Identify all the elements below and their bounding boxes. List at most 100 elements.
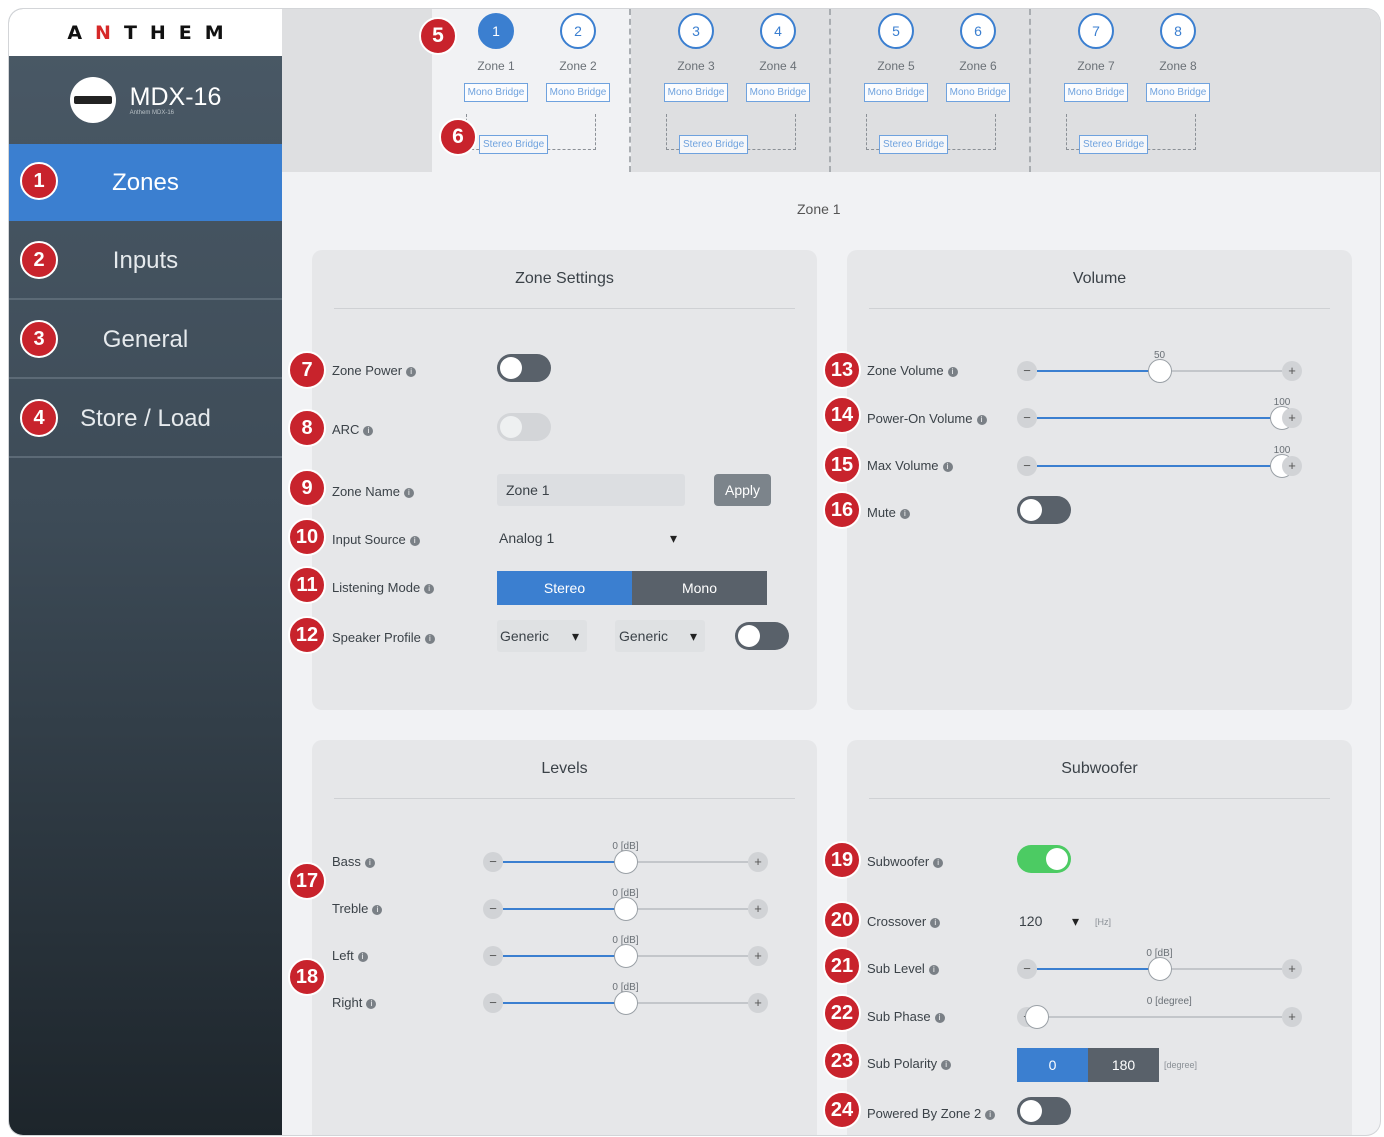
- info-icon[interactable]: i: [930, 918, 941, 928]
- increase-button[interactable]: +: [1282, 1007, 1302, 1027]
- subwoofer-toggle[interactable]: [1017, 845, 1071, 873]
- slider-thumb[interactable]: [1147, 957, 1172, 981]
- info-icon[interactable]: i: [899, 509, 910, 519]
- increase-button[interactable]: +: [748, 993, 768, 1013]
- zone-4-button[interactable]: 4: [760, 13, 796, 49]
- mono-bridge-button[interactable]: Mono Bridge: [1063, 83, 1129, 102]
- slider-thumb[interactable]: [1025, 1005, 1049, 1029]
- slider-thumb[interactable]: [613, 991, 638, 1015]
- zone-1-button[interactable]: 1: [478, 13, 514, 49]
- zone-name-input[interactable]: Zone 1: [497, 474, 685, 506]
- increase-button[interactable]: +: [748, 946, 768, 966]
- zone-power-toggle[interactable]: [497, 354, 551, 382]
- info-icon[interactable]: i: [403, 488, 414, 498]
- mono-bridge-button[interactable]: Mono Bridge: [1145, 83, 1211, 102]
- speaker-profile-right-select[interactable]: Generic: [615, 620, 705, 652]
- zone-6-button[interactable]: 6: [960, 13, 996, 49]
- right-slider[interactable]: −0 [dB] +: [483, 982, 768, 1017]
- slider-track[interactable]: 0 [degree]: [1025, 996, 1282, 1029]
- slider-track[interactable]: 0 [dB]: [1037, 948, 1282, 981]
- increase-button[interactable]: +: [748, 899, 768, 919]
- decrease-button[interactable]: −: [483, 899, 503, 919]
- slider-thumb[interactable]: [613, 850, 638, 874]
- mute-toggle[interactable]: [1017, 496, 1071, 524]
- mono-bridge-button[interactable]: Mono Bridge: [745, 83, 811, 102]
- slider-track[interactable]: 0 [dB]: [503, 841, 748, 874]
- stereo-option[interactable]: Stereo: [497, 571, 632, 605]
- increase-button[interactable]: +: [1282, 959, 1302, 979]
- slider-thumb[interactable]: [1147, 359, 1172, 383]
- zone-volume-slider[interactable]: −50 +: [1017, 350, 1302, 385]
- slider-track[interactable]: 50: [1037, 350, 1282, 383]
- decrease-button[interactable]: −: [483, 852, 503, 872]
- stereo-bridge-button[interactable]: Stereo Bridge: [479, 135, 549, 154]
- decrease-button[interactable]: −: [1017, 408, 1037, 428]
- speaker-profile-toggle[interactable]: [735, 622, 789, 650]
- decrease-button[interactable]: −: [483, 993, 503, 1013]
- decrease-button[interactable]: −: [483, 946, 503, 966]
- stereo-bridge-button[interactable]: Stereo Bridge: [879, 135, 949, 154]
- powered-by-zone2-toggle[interactable]: [1017, 1097, 1071, 1125]
- info-icon[interactable]: i: [363, 426, 374, 436]
- info-icon[interactable]: i: [928, 965, 939, 975]
- info-icon[interactable]: i: [364, 858, 375, 868]
- power-on-volume-slider[interactable]: −100 +: [1017, 397, 1302, 432]
- stereo-bridge-button[interactable]: Stereo Bridge: [1079, 135, 1149, 154]
- polarity-0-option[interactable]: 0: [1017, 1048, 1088, 1082]
- slider-track[interactable]: 100: [1037, 397, 1294, 430]
- slider-track[interactable]: 0 [dB]: [503, 888, 748, 921]
- mono-bridge-button[interactable]: Mono Bridge: [545, 83, 611, 102]
- decrease-button[interactable]: −: [1017, 959, 1037, 979]
- speaker-profile-left-select[interactable]: Generic: [497, 620, 587, 652]
- info-icon[interactable]: i: [933, 858, 944, 868]
- max-volume-slider[interactable]: −100 +: [1017, 445, 1302, 480]
- info-icon[interactable]: i: [409, 536, 420, 546]
- zone-8-button[interactable]: 8: [1160, 13, 1196, 49]
- increase-button[interactable]: +: [1282, 408, 1302, 428]
- info-icon[interactable]: i: [947, 367, 958, 377]
- polarity-180-option[interactable]: 180: [1088, 1048, 1159, 1082]
- mono-option[interactable]: Mono: [632, 571, 767, 605]
- left-slider[interactable]: −0 [dB] +: [483, 935, 768, 970]
- slider-track[interactable]: 100: [1037, 445, 1294, 478]
- input-source-select[interactable]: Analog 1: [497, 522, 685, 554]
- info-icon[interactable]: i: [985, 1110, 996, 1120]
- zone-5-button[interactable]: 5: [878, 13, 914, 49]
- slider-track[interactable]: 0 [dB]: [503, 935, 748, 968]
- decrease-button[interactable]: −: [1017, 361, 1037, 381]
- increase-button[interactable]: +: [748, 852, 768, 872]
- info-icon[interactable]: i: [942, 462, 953, 472]
- info-icon[interactable]: i: [934, 1013, 945, 1023]
- info-icon[interactable]: i: [941, 1060, 952, 1070]
- info-icon[interactable]: i: [366, 999, 377, 1009]
- zone-7-button[interactable]: 7: [1078, 13, 1114, 49]
- apply-button[interactable]: Apply: [714, 474, 771, 506]
- zone-2-button[interactable]: 2: [560, 13, 596, 49]
- info-icon[interactable]: i: [976, 415, 987, 425]
- callout-badge: 1: [20, 162, 58, 200]
- increase-button[interactable]: +: [1282, 361, 1302, 381]
- slider-thumb[interactable]: [613, 897, 638, 921]
- volume-panel: Volume Zone Volume i −50 + Power-On Volume…: [847, 250, 1352, 710]
- info-icon[interactable]: i: [357, 952, 368, 962]
- sub-phase-slider[interactable]: −0 [degree]+: [1017, 996, 1302, 1031]
- mono-bridge-button[interactable]: Mono Bridge: [663, 83, 729, 102]
- bass-slider[interactable]: −0 [dB] +: [483, 841, 768, 876]
- arc-toggle[interactable]: [497, 413, 551, 441]
- info-icon[interactable]: i: [424, 584, 435, 594]
- slider-track[interactable]: 0 [dB]: [503, 982, 748, 1015]
- zone-3-button[interactable]: 3: [678, 13, 714, 49]
- info-icon[interactable]: i: [406, 367, 417, 377]
- mono-bridge-button[interactable]: Mono Bridge: [945, 83, 1011, 102]
- decrease-button[interactable]: −: [1017, 456, 1037, 476]
- mono-bridge-button[interactable]: Mono Bridge: [463, 83, 529, 102]
- slider-thumb[interactable]: [613, 944, 638, 968]
- info-icon[interactable]: i: [424, 634, 435, 644]
- crossover-select[interactable]: 120: [1017, 905, 1087, 937]
- info-icon[interactable]: i: [372, 905, 383, 915]
- sub-level-slider[interactable]: −0 [dB] +: [1017, 948, 1302, 983]
- treble-slider[interactable]: −0 [dB] +: [483, 888, 768, 923]
- stereo-bridge-button[interactable]: Stereo Bridge: [679, 135, 749, 154]
- increase-button[interactable]: +: [1282, 456, 1302, 476]
- mono-bridge-button[interactable]: Mono Bridge: [863, 83, 929, 102]
